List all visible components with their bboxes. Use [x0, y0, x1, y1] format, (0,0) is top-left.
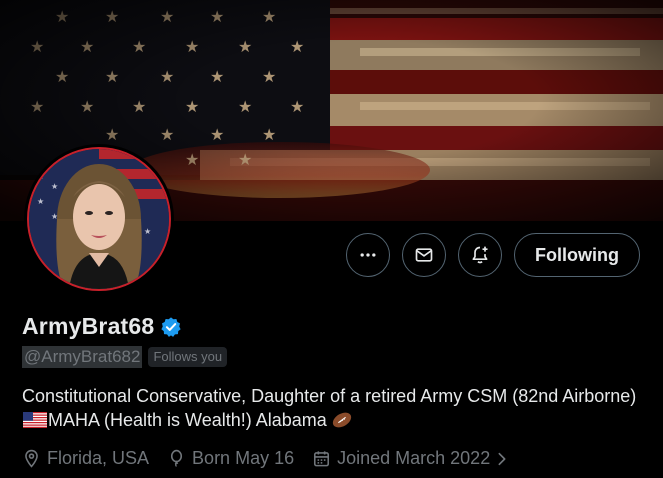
calendar-icon	[314, 451, 330, 467]
svg-text:★: ★	[144, 227, 151, 236]
follows-you-badge: Follows you	[148, 347, 228, 367]
bio: Constitutional Conservative, Daughter of…	[22, 384, 642, 432]
notify-button[interactable]	[458, 233, 503, 277]
avatar[interactable]: ★★★★★★	[24, 144, 174, 294]
profile-meta: Florida, USA Born May 16 Joined March 20…	[22, 448, 510, 469]
mail-icon	[415, 248, 433, 262]
following-button[interactable]: Following	[514, 233, 640, 277]
profile-actions: Following	[346, 233, 640, 277]
svg-text:★: ★	[37, 197, 44, 206]
chevron-right-icon[interactable]	[494, 451, 510, 467]
bio-text-2: MAHA (Health is Wealth!) Alabama	[48, 410, 327, 430]
avatar-image: ★★★★★★	[27, 147, 171, 291]
birthday-text: Born May 16	[192, 448, 295, 468]
message-button[interactable]	[402, 233, 447, 277]
more-icon	[360, 253, 376, 257]
name-row: ArmyBrat68	[22, 313, 182, 340]
verified-badge-icon[interactable]	[160, 316, 182, 338]
birthday-item: Born May 16	[167, 448, 294, 469]
joined-text: Joined March 2022	[337, 448, 491, 468]
svg-text:★: ★	[51, 182, 58, 191]
balloon-icon	[171, 449, 183, 467]
bio-text-1: Constitutional Conservative, Daughter of…	[22, 386, 637, 406]
more-button[interactable]	[346, 233, 391, 277]
location-item: Florida, USA	[22, 448, 149, 469]
football-icon	[332, 412, 351, 428]
location-pin-icon	[25, 449, 38, 468]
bell-plus-icon	[472, 246, 488, 264]
svg-text:★: ★	[37, 172, 44, 181]
display-name: ArmyBrat68	[22, 313, 155, 339]
us-flag-icon	[23, 412, 47, 428]
handle: @ArmyBrat682	[22, 346, 143, 368]
location-text: Florida, USA	[47, 448, 150, 468]
handle-row: @ArmyBrat682 Follows you	[22, 346, 228, 368]
joined-item: Joined March 2022	[312, 448, 490, 469]
